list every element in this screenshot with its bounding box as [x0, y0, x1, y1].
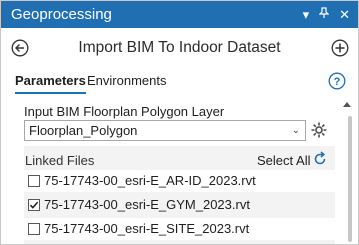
tool-title: Import BIM To Indoor Dataset	[78, 39, 281, 56]
floorplan-layer-value: Floorplan_Polygon	[29, 123, 138, 138]
scrollbar[interactable]	[343, 98, 356, 244]
file-name: 75-17743-00_esri-E_GYM_2023.rvt	[44, 197, 250, 212]
svg-text:?: ?	[334, 76, 341, 88]
scroll-up-arrow-icon[interactable]	[343, 102, 351, 107]
add-button[interactable]	[331, 39, 349, 57]
pin-icon[interactable]	[318, 7, 330, 22]
help-button[interactable]: ?	[328, 72, 346, 90]
refresh-icon	[314, 151, 326, 165]
gear-icon	[311, 122, 327, 138]
pane-title: Geoprocessing	[11, 6, 112, 23]
checkmark-icon	[29, 201, 39, 209]
file-name: 75-17743-00_esri-E_AR-ID_2023.rvt	[44, 173, 256, 188]
plus-circle-icon	[331, 39, 349, 57]
list-item[interactable]: 75-17743-00_esri-E_GYM_2023.rvt	[24, 194, 335, 216]
linked-files-label: Linked Files	[25, 153, 95, 168]
select-all-button[interactable]: Select All	[257, 153, 310, 168]
file-name: 75-17743-00_esri-E_SITE_2023.rvt	[44, 221, 250, 236]
tool-tabs: Parameters Environments ?	[1, 69, 358, 95]
floorplan-layer-select[interactable]: Floorplan_Polygon ⌄	[24, 120, 306, 141]
chevron-down-icon: ⌄	[291, 125, 300, 136]
pane-controls: ▾ ✕	[303, 7, 350, 22]
file-checkbox[interactable]	[28, 199, 40, 211]
scroll-thumb[interactable]	[348, 116, 352, 242]
tool-header: Import BIM To Indoor Dataset	[1, 28, 358, 66]
refresh-button[interactable]	[312, 151, 328, 167]
tab-environments[interactable]: Environments	[87, 73, 166, 88]
linked-files-list: Linked Files Select All 75-17743-00_esri…	[24, 146, 335, 244]
list-item[interactable]: 75-17743-00_esri-E_AR-ID_2023.rvt	[24, 170, 335, 192]
chevron-down-icon[interactable]: ▾	[303, 7, 310, 22]
help-icon: ?	[328, 72, 346, 90]
file-checkbox[interactable]	[28, 175, 40, 187]
layer-properties-button[interactable]	[310, 121, 328, 139]
floorplan-layer-label: Input BIM Floorplan Polygon Layer	[24, 104, 225, 119]
parameters-content: Input BIM Floorplan Polygon Layer Floorp…	[1, 96, 358, 245]
list-item[interactable]: 75-17743-00_esri-E_SITE_2023.rvt	[24, 218, 335, 240]
close-icon[interactable]: ✕	[339, 7, 350, 22]
file-checkbox[interactable]	[28, 223, 40, 235]
geoprocessing-pane: Geoprocessing ▾ ✕ Import BIM To Indoor D…	[0, 0, 359, 245]
pane-title-bar: Geoprocessing ▾ ✕	[1, 1, 358, 28]
tab-parameters[interactable]: Parameters	[15, 73, 86, 94]
